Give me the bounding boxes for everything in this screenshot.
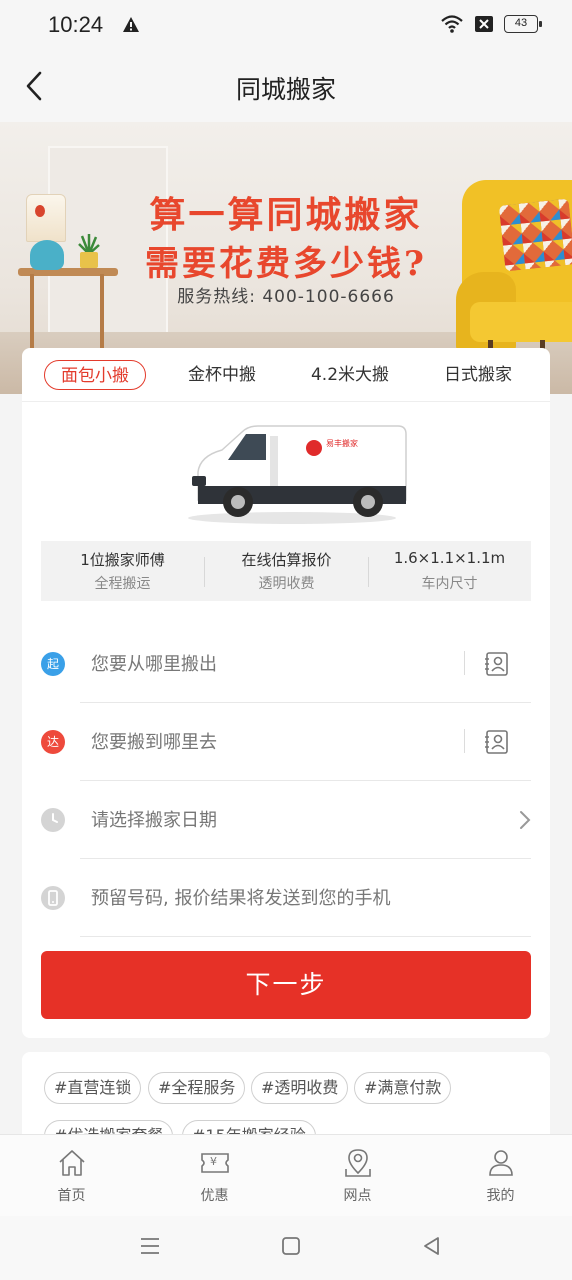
nav-label: 我的	[486, 1188, 515, 1204]
from-badge-icon: 起	[41, 652, 65, 676]
banner-subheadline: 需要花费多少钱?	[145, 244, 427, 284]
wifi-icon	[441, 15, 463, 33]
phone-row[interactable]: 预留号码, 报价结果将发送到您的手机	[22, 859, 550, 937]
feature-tag: #透明收费	[251, 1072, 349, 1104]
status-time: 10:24	[48, 12, 104, 37]
battery-indicator: 43	[504, 15, 542, 33]
armchair-seat	[470, 302, 572, 342]
page-title: 同城搬家	[235, 75, 336, 104]
to-address-input[interactable]: 您要搬到哪里去	[91, 728, 217, 754]
home-button-icon[interactable]	[279, 1234, 303, 1258]
move-date-row[interactable]: 请选择搬家日期	[22, 781, 550, 859]
back-triangle-icon[interactable]	[420, 1234, 444, 1258]
stat-quote: 在线估算报价 透明收费	[205, 541, 368, 601]
nav-home[interactable]: 首页	[0, 1135, 143, 1217]
nav-coupons[interactable]: ¥ 优惠	[143, 1135, 286, 1217]
tab-japanese-style[interactable]: 日式搬家	[428, 360, 528, 390]
quote-card: 面包小搬 金杯中搬 4.2米大搬 日式搬家 易丰搬家 1位搬家师傅 全程搬运 在…	[22, 348, 550, 1038]
van-brand-text: 易丰搬家	[326, 438, 358, 448]
stat-subtitle: 车内尺寸	[421, 576, 478, 592]
next-step-button[interactable]: 下一步	[41, 951, 531, 1019]
from-address-row[interactable]: 起 您要从哪里搬出	[22, 625, 550, 703]
contacts-icon[interactable]	[484, 729, 510, 755]
user-icon	[489, 1150, 513, 1176]
coupon-icon: ¥	[201, 1153, 229, 1173]
stat-mover: 1位搬家师傅 全程搬运	[41, 541, 204, 601]
nav-label: 首页	[57, 1188, 86, 1204]
move-date-select[interactable]: 请选择搬家日期	[91, 806, 217, 832]
to-badge-icon: 达	[41, 730, 65, 754]
location-icon	[345, 1149, 371, 1177]
status-bar: 10:24 43	[0, 0, 572, 50]
from-address-input[interactable]: 您要从哪里搬出	[91, 650, 217, 676]
nav-label: 网点	[343, 1188, 372, 1204]
menu-icon[interactable]	[138, 1234, 162, 1258]
phone-icon	[41, 886, 65, 910]
bottom-nav: 首页 ¥ 优惠 网点 我的	[0, 1134, 572, 1216]
to-address-row[interactable]: 达 您要搬到哪里去	[22, 703, 550, 781]
tab-4m-large[interactable]: 4.2米大搬	[298, 360, 402, 390]
svg-text:¥: ¥	[210, 1155, 217, 1168]
stat-title: 1位搬家师傅	[80, 551, 165, 569]
stat-title: 在线估算报价	[241, 551, 332, 569]
nav-profile[interactable]: 我的	[429, 1135, 572, 1217]
stat-title: 1.6×1.1×1.1m	[393, 549, 506, 567]
stat-size: 1.6×1.1×1.1m 车内尺寸	[368, 541, 531, 601]
tab-jinbei-medium[interactable]: 金杯中搬	[172, 360, 272, 390]
sim-blocked-icon	[475, 16, 493, 32]
row-divider	[80, 936, 531, 937]
vehicle-tabs: 面包小搬 金杯中搬 4.2米大搬 日式搬家	[22, 348, 550, 402]
service-stats: 1位搬家师傅 全程搬运 在线估算报价 透明收费 1.6×1.1×1.1m 车内尺…	[41, 541, 531, 601]
warning-icon	[123, 17, 139, 32]
contacts-icon[interactable]	[484, 651, 510, 677]
phone-input[interactable]: 预留号码, 报价结果将发送到您的手机	[91, 884, 390, 910]
header: 同城搬家	[0, 50, 572, 122]
stat-subtitle: 全程搬运	[94, 576, 151, 592]
nav-locations[interactable]: 网点	[286, 1135, 429, 1217]
banner-headline: 算一算同城搬家	[149, 194, 423, 236]
system-nav-bar	[0, 1216, 572, 1280]
nav-label: 优惠	[200, 1188, 229, 1204]
feature-tag: #全程服务	[148, 1072, 246, 1104]
banner-hotline: 服务热线: 400-100-6666	[177, 287, 395, 307]
stat-subtitle: 透明收费	[258, 576, 315, 592]
home-icon	[59, 1150, 85, 1176]
van-image: 易丰搬家	[188, 425, 407, 524]
clock-icon	[41, 808, 65, 832]
row-separator	[464, 729, 465, 753]
tab-van-small[interactable]: 面包小搬	[44, 360, 146, 390]
row-separator	[464, 651, 465, 675]
chevron-right-icon	[520, 811, 531, 829]
feature-tag: #直营连锁	[44, 1072, 142, 1104]
feature-tag: #满意付款	[354, 1072, 452, 1104]
